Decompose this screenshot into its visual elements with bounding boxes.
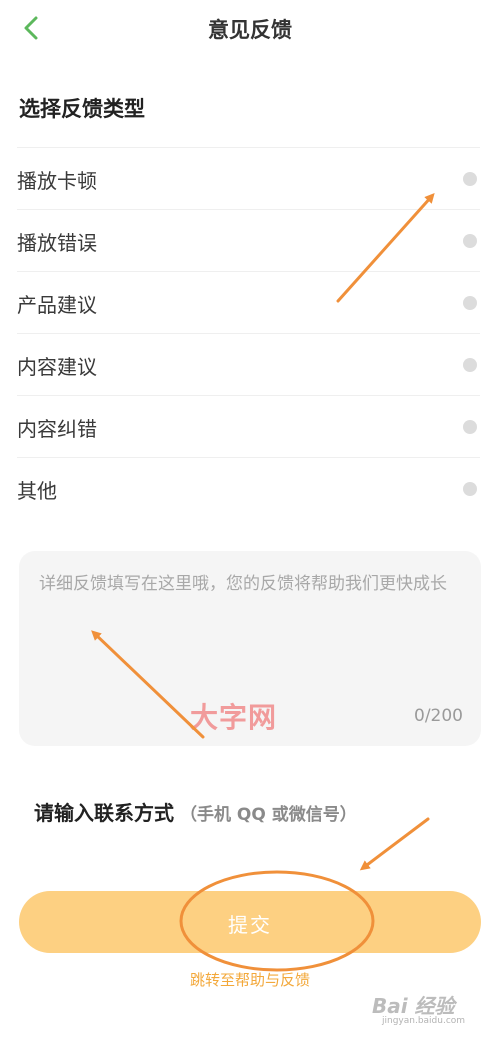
contact-input[interactable]: 请输入联系方式 （手机 QQ 或微信号） [34,797,357,826]
baidu-url-text: jingyan.baidu.com [382,1016,466,1026]
option-product-suggestion[interactable]: 产品建议 [17,271,480,333]
option-playback-stutter[interactable]: 播放卡顿 [17,147,480,209]
submit-label: 提交 [228,915,272,937]
option-label: 播放错误 [17,231,97,255]
radio-button[interactable] [463,420,477,434]
page-title: 意见反馈 [208,18,292,42]
char-counter: 0/200 [414,706,463,726]
option-label: 内容建议 [17,355,97,379]
contact-label: 请输入联系方式 [34,801,174,825]
radio-button[interactable] [463,234,477,248]
annotation-arrow-3 [359,817,430,871]
watermark-text: 大字网 [190,701,278,734]
feedback-type-list: 播放卡顿 播放错误 产品建议 内容建议 内容纠错 其他 [17,147,480,519]
baidu-watermark: Bai 经验 jingyan.baidu.com [372,990,497,1032]
baidu-logo-text: Bai 经验 [372,994,455,1018]
radio-button[interactable] [463,172,477,186]
radio-button[interactable] [463,296,477,310]
option-content-suggestion[interactable]: 内容建议 [17,333,480,395]
radio-button[interactable] [463,358,477,372]
option-label: 产品建议 [17,293,97,317]
option-label: 播放卡顿 [17,169,97,193]
option-label: 内容纠错 [17,417,97,441]
contact-hint: （手机 QQ 或微信号） [180,805,357,825]
option-other[interactable]: 其他 [17,457,480,519]
option-playback-error[interactable]: 播放错误 [17,209,480,271]
submit-button[interactable]: 提交 [19,891,481,953]
feedback-type-heading: 选择反馈类型 [19,97,145,121]
option-label: 其他 [17,479,57,503]
feedback-textarea[interactable] [39,571,463,691]
help-feedback-link[interactable]: 跳转至帮助与反馈 [0,969,500,990]
radio-button[interactable] [463,482,477,496]
header-bar: 意见反馈 [0,0,500,60]
option-content-correction[interactable]: 内容纠错 [17,395,480,457]
